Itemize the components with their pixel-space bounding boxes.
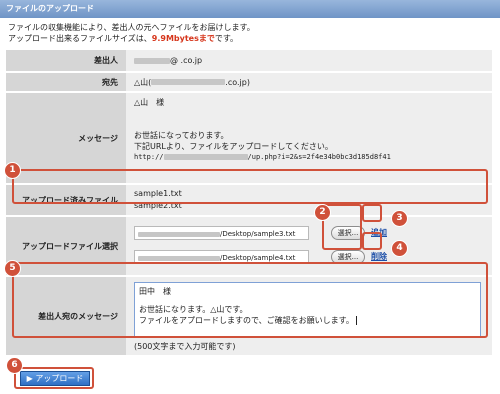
callout-number: 4 (391, 240, 408, 257)
reply-hint: (500文字まで入力可能です) (134, 342, 236, 351)
intro-text: ファイルの収集機能により、差出人の元へファイルをお届けします。 アップロード出来… (8, 22, 255, 44)
redacted-text (138, 255, 220, 261)
intro-line-1: ファイルの収集機能により、差出人の元へファイルをお届けします。 (8, 23, 255, 32)
callout-number: 6 (6, 357, 23, 374)
callout-box-add (362, 204, 382, 222)
page-title: ファイルのアップロード (6, 4, 94, 13)
to-domain: .co.jp) (225, 77, 250, 87)
redacted-text (134, 57, 170, 64)
callout-number: 2 (314, 204, 331, 221)
sender-label: 差出人 (6, 50, 126, 71)
intro-line-2: アップロード出来るファイルサイズは、9.9Mbytesまでです。 (8, 33, 255, 44)
redacted-text (138, 231, 220, 237)
to-label: 宛先 (6, 73, 126, 91)
message-line-1: お世話になっております。 (134, 131, 229, 140)
callout-number: 1 (4, 162, 21, 179)
callout-box-reply-message (12, 262, 488, 338)
url-prefix: http:// (134, 153, 164, 161)
message-line-2: 下記URLより、ファイルをアップロードしてください。 (134, 142, 333, 151)
callout-box-uploaded-files (12, 169, 488, 204)
callout-number: 5 (4, 260, 21, 277)
sender-domain: @ .co.jp (170, 56, 203, 65)
page-header: ファイルのアップロード (0, 0, 500, 18)
to-name: △山( (134, 77, 152, 87)
size-limit: 9.9Mbytesまで (151, 34, 215, 43)
redacted-text (151, 79, 226, 85)
sender-value: @ .co.jp (126, 50, 492, 71)
url-suffix: /up.php?i=2&s=2f4e34b0bc3d185d8f41 (247, 153, 391, 161)
callout-box-upload (14, 367, 94, 389)
file-path-input[interactable]: /Desktop/sample3.txt (134, 226, 309, 240)
delete-link[interactable]: 削除 (371, 251, 387, 262)
message-greeting: △山 様 (134, 98, 165, 107)
message-url: http:// /up.php?i=2&s=2f4e34b0bc3d185d8f4… (134, 152, 492, 163)
file-path-text: /Desktop/sample3.txt (220, 230, 296, 238)
intro-size-suffix: です。 (214, 34, 239, 43)
callout-box-delete (362, 232, 382, 250)
redacted-text (163, 154, 248, 160)
intro-size-prefix: アップロード出来るファイルサイズは、 (8, 34, 152, 43)
callout-number: 3 (391, 210, 408, 227)
to-value: △山( .co.jp) (126, 73, 492, 91)
file-input-row: /Desktop/sample3.txt 選択... 追加 (134, 226, 492, 242)
file-path-text: /Desktop/sample4.txt (220, 254, 296, 262)
